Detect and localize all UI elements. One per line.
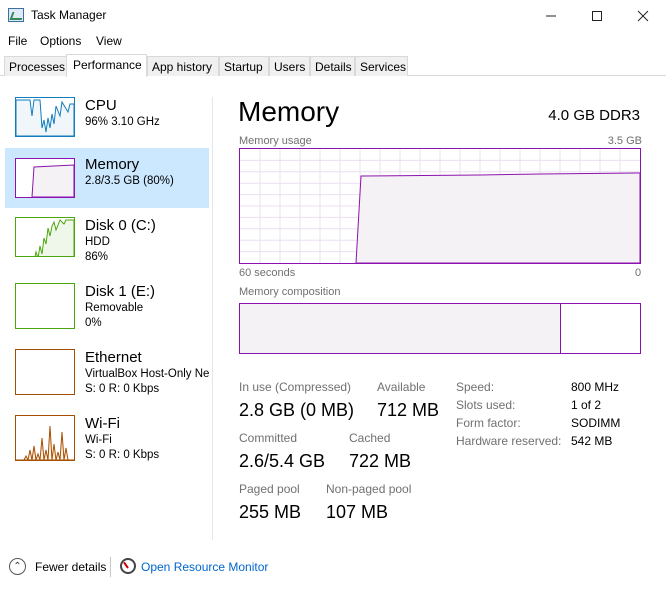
paged-pool-value: 255 MB (239, 502, 302, 522)
committed-label: Committed (239, 431, 298, 445)
cpu-thumbnail-graph (15, 97, 75, 137)
wifi-label: Wi-Fi (85, 415, 120, 432)
disk-1-label: Disk 1 (E:) (85, 283, 156, 300)
cpu-label: CPU (85, 97, 117, 114)
ethernet-throughput: S: 0 R: 0 Kbps (85, 383, 160, 395)
memory-composition-label: Memory composition (239, 286, 341, 298)
tab-processes[interactable]: Processes (4, 56, 67, 76)
menu-options[interactable]: Options (40, 34, 81, 48)
wifi-thumbnail-graph (15, 415, 75, 461)
memory-composition-bar (239, 303, 641, 354)
wifi-adapter: Wi-Fi (85, 434, 112, 446)
memory-label: Memory (85, 156, 140, 173)
window-title: Task Manager (31, 8, 107, 22)
disk-1-type: Removable (85, 302, 144, 314)
slots-used-value: 1 of 2 (571, 398, 602, 412)
non-paged-pool-value: 107 MB (326, 502, 389, 522)
tab-performance[interactable]: Performance (66, 54, 147, 77)
disk-0-thumbnail-graph (15, 217, 75, 257)
speed-value: 800 MHz (571, 380, 620, 394)
fewer-details-button[interactable]: Fewer details (35, 560, 106, 574)
disk-1-active: 0% (85, 317, 102, 329)
ethernet-adapter: VirtualBox Host-Only Ne (85, 368, 210, 380)
close-icon (637, 10, 649, 21)
disk-0-label: Disk 0 (C:) (85, 217, 156, 234)
sidebar-item-wifi[interactable]: Wi-Fi Wi-Fi S: 0 R: 0 Kbps (5, 415, 209, 475)
sidebar-separator (212, 97, 213, 540)
time-axis-start: 60 seconds (239, 267, 296, 279)
available-value: 712 MB (377, 400, 440, 420)
speed-label: Speed: (456, 380, 495, 394)
tab-services[interactable]: Services (355, 56, 408, 76)
disk-1-thumbnail-graph (15, 283, 75, 329)
tab-bar: Processes Performance App history Startu… (0, 54, 666, 77)
menu-view[interactable]: View (96, 34, 122, 48)
hardware-reserved-value: 542 MB (571, 434, 613, 448)
page-title: Memory (238, 96, 340, 127)
maximize-button[interactable] (574, 0, 620, 31)
cached-label: Cached (349, 431, 391, 445)
memory-stats: 2.8/3.5 GB (80%) (85, 175, 174, 187)
minimize-button[interactable] (528, 0, 574, 31)
memory-usage-label: Memory usage (239, 135, 312, 147)
sidebar-item-memory[interactable]: Memory 2.8/3.5 GB (80%) (5, 148, 209, 208)
memory-usage-chart (240, 149, 641, 264)
maximize-icon (592, 10, 602, 21)
menu-bar: File Options View (0, 31, 666, 52)
cpu-stats: 96% 3.10 GHz (85, 116, 160, 128)
memory-thumbnail-graph (15, 158, 75, 198)
tab-details[interactable]: Details (310, 56, 355, 76)
sidebar-item-disk-1[interactable]: Disk 1 (E:) Removable 0% (5, 283, 209, 343)
form-factor-label: Form factor: (456, 416, 521, 430)
wifi-throughput: S: 0 R: 0 Kbps (85, 449, 160, 461)
tab-startup[interactable]: Startup (219, 56, 269, 76)
sidebar-item-ethernet[interactable]: Ethernet VirtualBox Host-Only Ne S: 0 R:… (5, 349, 209, 409)
resource-monitor-icon (120, 558, 136, 574)
footer-separator (110, 557, 111, 577)
slots-used-label: Slots used: (456, 398, 516, 412)
non-paged-pool-label: Non-paged pool (326, 482, 412, 496)
committed-value: 2.6/5.4 GB (239, 451, 326, 471)
sidebar-item-disk-0[interactable]: Disk 0 (C:) HDD 86% (5, 217, 209, 277)
chevron-up-icon[interactable]: ⌃ (9, 558, 26, 575)
in-use-value: 2.8 GB (0 MB) (239, 400, 355, 420)
ethernet-label: Ethernet (85, 349, 142, 366)
tab-users[interactable]: Users (269, 56, 310, 76)
footer: ⌃ Fewer details Open Resource Monitor (0, 548, 666, 593)
time-axis-end: 0 (635, 267, 642, 279)
cached-value: 722 MB (349, 451, 412, 471)
title-bar: Task Manager (0, 0, 666, 31)
form-factor-value: SODIMM (571, 416, 621, 430)
open-resource-monitor-link[interactable]: Open Resource Monitor (141, 560, 268, 574)
memory-usage-graph (239, 148, 641, 264)
ethernet-thumbnail-graph (15, 349, 75, 395)
close-button[interactable] (620, 0, 666, 31)
disk-0-type: HDD (85, 236, 110, 248)
available-label: Available (377, 380, 426, 394)
tab-app-history[interactable]: App history (147, 56, 219, 76)
hardware-reserved-label: Hardware reserved: (456, 434, 562, 448)
paged-pool-label: Paged pool (239, 482, 300, 496)
memory-spec: 4.0 GB DDR3 (548, 107, 640, 124)
menu-file[interactable]: File (8, 34, 27, 48)
memory-in-use-segment (240, 304, 561, 353)
minimize-icon (546, 15, 556, 16)
disk-0-active: 86% (85, 251, 109, 263)
memory-usage-max: 3.5 GB (607, 135, 642, 147)
in-use-label: In use (Compressed) (239, 380, 352, 394)
task-manager-icon (8, 8, 24, 22)
